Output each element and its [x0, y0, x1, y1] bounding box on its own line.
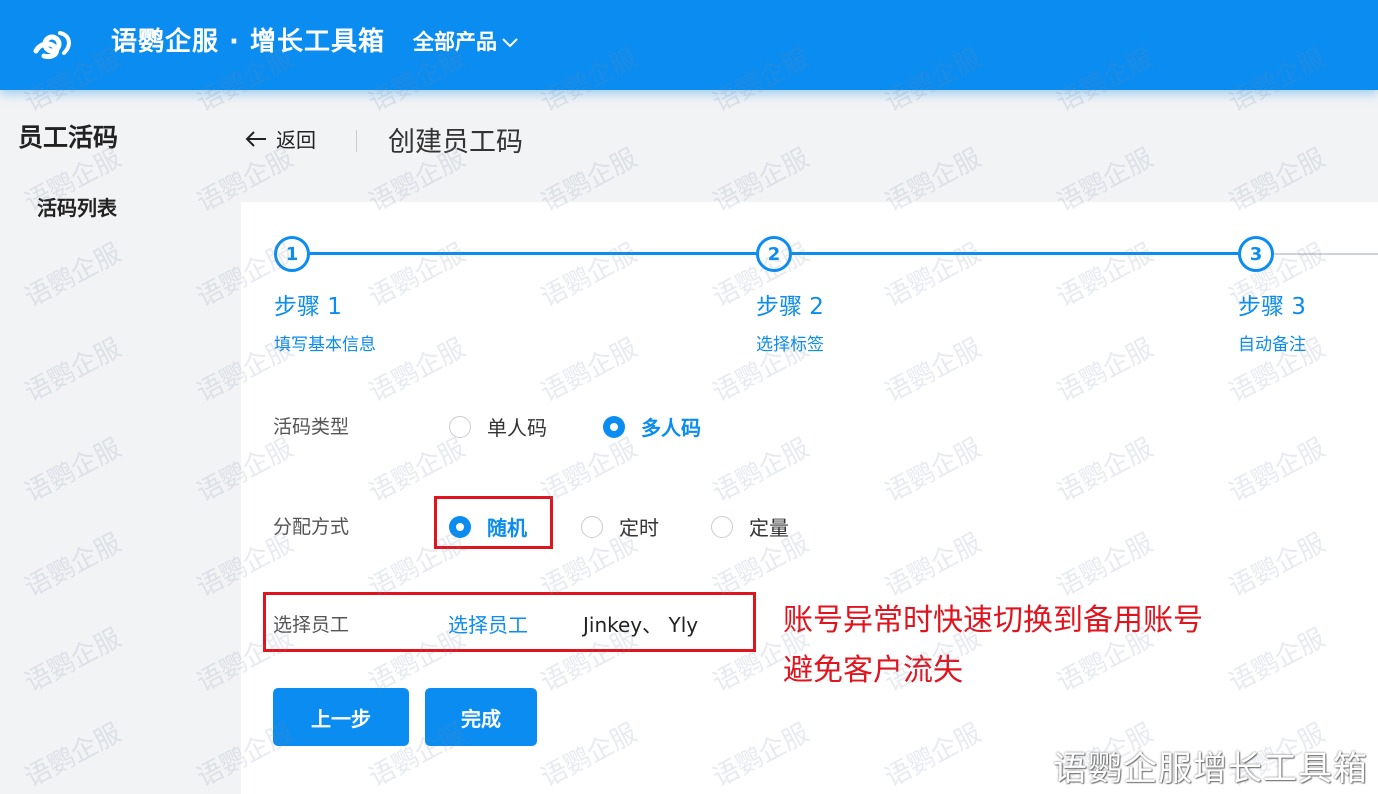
radio-dot	[581, 515, 603, 538]
all-products-label: 全部产品	[413, 30, 497, 54]
prev-step-button[interactable]: 上一步	[273, 688, 409, 746]
back-button[interactable]: 返回	[244, 124, 316, 153]
radio-dot	[449, 415, 471, 438]
random-highlight-box	[434, 496, 553, 549]
page-title: 创建员工码	[388, 127, 523, 158]
radio-single-code[interactable]: 单人码	[449, 412, 547, 441]
step-3-title: 步骤 3	[1238, 294, 1306, 320]
radio-quota[interactable]: 定量	[711, 512, 789, 541]
arrow-left-icon	[245, 130, 266, 147]
step-3-circle: 3	[1238, 236, 1274, 272]
code-type-label: 活码类型	[273, 416, 350, 438]
all-products-dropdown[interactable]: 全部产品	[413, 26, 519, 58]
header-divider	[356, 130, 357, 152]
chevron-down-icon	[502, 38, 518, 48]
footer-brand-watermark: 语鹦企服增长工具箱	[1053, 749, 1368, 789]
finish-button[interactable]: 完成	[425, 688, 537, 746]
back-label: 返回	[276, 128, 316, 152]
step-connector-3	[1274, 253, 1378, 255]
step-2-desc: 选择标签	[756, 335, 824, 355]
step-1-title: 步骤 1	[274, 294, 342, 320]
step-connector-2	[792, 252, 1238, 255]
brand-title: 语鹦企服 · 增长工具箱	[111, 27, 385, 57]
annotation-text: 账号异常时快速切换到备用账号 避免客户流失	[783, 596, 1203, 696]
brand-logo-icon[interactable]	[30, 27, 74, 61]
step-2-title: 步骤 2	[756, 294, 824, 320]
top-bar: 语鹦企服 · 增长工具箱 全部产品	[0, 0, 1378, 90]
sidebar-item-code-list[interactable]: 活码列表	[37, 192, 117, 221]
step-1-circle: 1	[274, 236, 310, 272]
radio-multi-code-label: 多人码	[641, 416, 701, 440]
assign-method-label: 分配方式	[273, 516, 350, 538]
staff-highlight-box	[263, 592, 756, 652]
radio-scheduled-label: 定时	[619, 516, 659, 540]
sidebar: 员工活码 活码列表	[0, 90, 241, 794]
radio-dot	[711, 515, 733, 538]
step-1-desc: 填写基本信息	[274, 335, 376, 355]
radio-scheduled[interactable]: 定时	[581, 512, 659, 541]
annotation-line-2: 避免客户流失	[783, 653, 963, 688]
annotation-line-1: 账号异常时快速切换到备用账号	[783, 603, 1203, 638]
step-2-circle: 2	[756, 236, 792, 272]
step-connector-1	[310, 252, 756, 255]
radio-multi-code[interactable]: 多人码	[603, 412, 701, 441]
radio-single-code-label: 单人码	[487, 416, 547, 440]
step-3-desc: 自动备注	[1238, 335, 1306, 355]
radio-quota-label: 定量	[749, 516, 789, 540]
radio-dot	[603, 415, 625, 438]
sidebar-title: 员工活码	[18, 123, 119, 152]
